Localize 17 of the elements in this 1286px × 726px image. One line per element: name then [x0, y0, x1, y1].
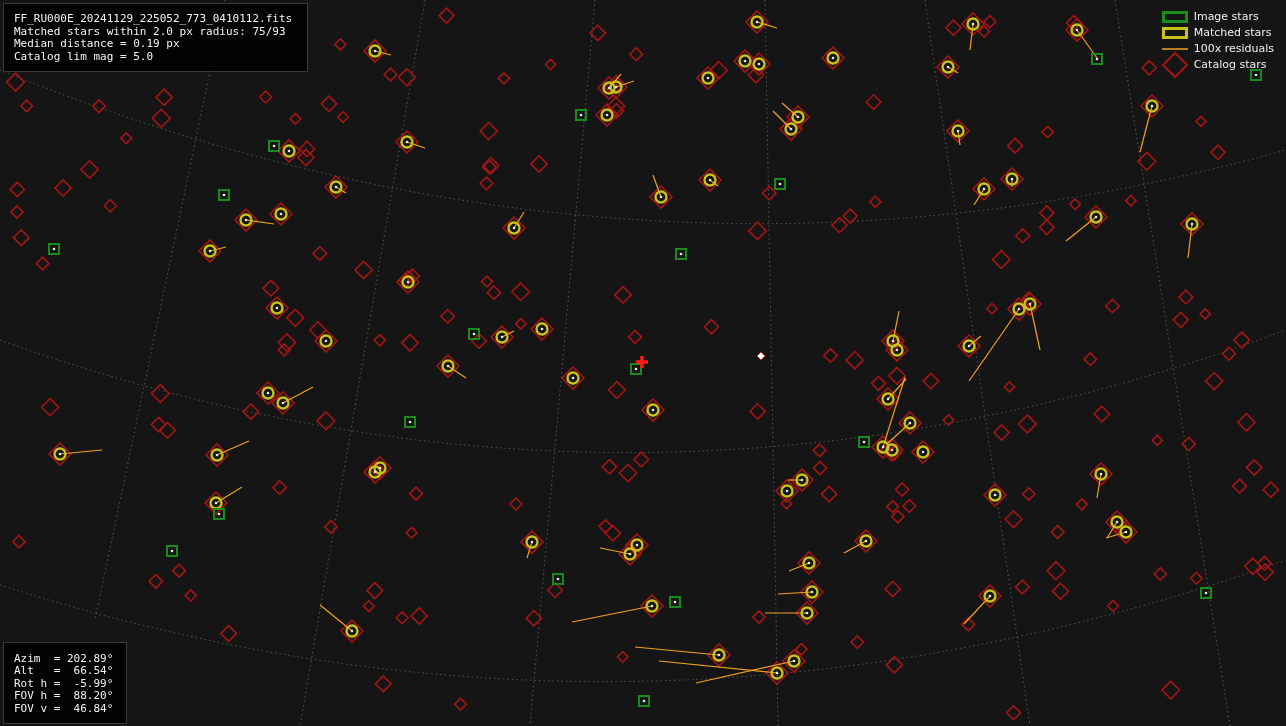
- image-star-marker-icon: [1161, 10, 1188, 23]
- info-text: Catalog lim mag = 5.0: [14, 50, 155, 63]
- diamond-marker-icon: [1161, 51, 1188, 78]
- pointing-text: FOV h = 88.20°: [14, 690, 115, 703]
- info-text: Median distance = 0.19 px: [14, 38, 181, 51]
- info-text: FF_RU000E_20241129_225052_773_0410112.fits: [14, 13, 294, 26]
- legend-label: Image stars: [1193, 10, 1259, 23]
- info-text: Matched stars within 2.0 px radius: 75/93: [14, 25, 286, 38]
- legend-label: Catalog stars: [1193, 58, 1267, 71]
- line-marker-icon: [1161, 47, 1188, 50]
- legend-label: 100x residuals: [1193, 42, 1274, 55]
- pointing-text: Alt = 66.54°: [14, 665, 115, 678]
- pointing-text: Rot h = -5.99°: [14, 677, 115, 690]
- matched-star-marker-icon: [1161, 26, 1188, 39]
- pointing-text: Azim = 202.89°: [14, 652, 115, 665]
- legend-label: Matched stars: [1193, 26, 1272, 39]
- pointing-text: FOV v = 46.84°: [14, 702, 115, 715]
